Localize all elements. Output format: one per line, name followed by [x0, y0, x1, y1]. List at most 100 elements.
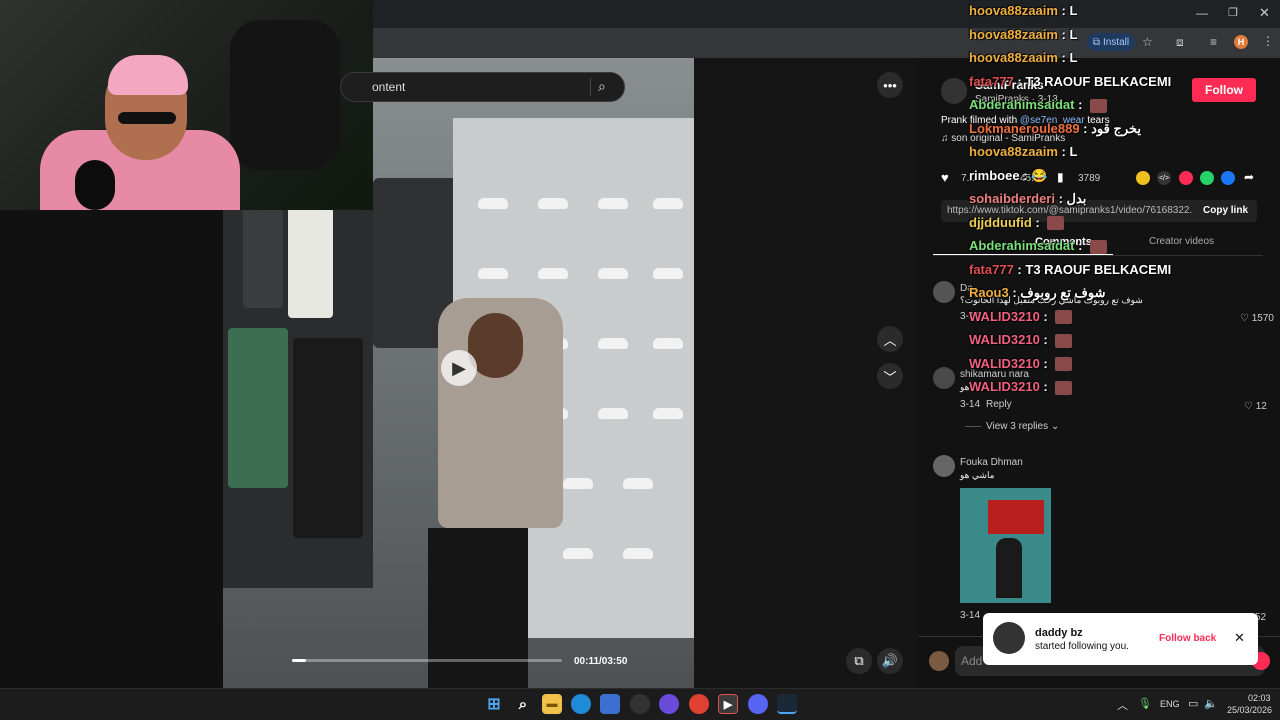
- save-count: 3789: [1078, 173, 1101, 184]
- author-avatar[interactable]: [941, 78, 967, 104]
- windows-start-icon[interactable]: ⊞: [484, 694, 504, 714]
- clock-date[interactable]: 25/03/2026: [1227, 705, 1272, 715]
- chat-username: WALID3210: [969, 332, 1040, 347]
- reply-button[interactable]: Reply: [986, 399, 1012, 410]
- extensions-icon[interactable]: ⧈: [1176, 35, 1184, 50]
- chat-username: rimboee: [969, 167, 1020, 183]
- chevron-down-icon: ⌄: [1048, 421, 1060, 432]
- chat-message: hoova88zaaim : L: [969, 27, 1077, 42]
- video-app-icon[interactable]: ▶: [718, 694, 738, 714]
- store-icon[interactable]: [600, 694, 620, 714]
- steam-icon[interactable]: [777, 694, 797, 714]
- chat-message: rimboee : 😂: [969, 168, 1047, 184]
- language-indicator[interactable]: ENG: [1160, 699, 1180, 709]
- chat-message: fata777 : T3 RAOUF BELKACEMI: [969, 74, 1171, 89]
- picture-in-picture-icon[interactable]: ⧉: [846, 648, 872, 674]
- chevron-down-icon[interactable]: ﹀: [877, 363, 903, 389]
- chrome-icon[interactable]: [689, 694, 709, 714]
- clock-time[interactable]: 02:03: [1248, 693, 1271, 703]
- search-divider: [590, 78, 591, 96]
- tab-creator-videos[interactable]: Creator videos: [1149, 236, 1214, 247]
- chat-message: Abderahimsaidat :: [969, 238, 1108, 254]
- copy-link-button[interactable]: Copy link: [1203, 205, 1248, 216]
- restore-icon[interactable]: ❐: [1228, 6, 1238, 19]
- chat-separator: :: [1039, 332, 1052, 347]
- facebook-icon[interactable]: [1221, 171, 1235, 185]
- file-explorer-icon[interactable]: ▬: [542, 694, 562, 714]
- chat-text: L: [1069, 144, 1078, 159]
- chat-emote-icon: [1090, 239, 1108, 254]
- play-icon[interactable]: ▶: [441, 350, 477, 386]
- streamer-glasses: [118, 112, 176, 124]
- chat-separator: :: [1074, 238, 1087, 253]
- obs-icon[interactable]: [630, 694, 650, 714]
- chat-separator: :: [1057, 144, 1070, 159]
- comment-image[interactable]: [960, 488, 1051, 603]
- more-options-icon[interactable]: •••: [877, 72, 903, 98]
- volume-muted-icon[interactable]: 🔈: [1204, 697, 1218, 710]
- volume-icon[interactable]: 🔊: [877, 648, 903, 674]
- reading-list-icon[interactable]: ≡: [1210, 35, 1217, 49]
- close-icon[interactable]: ✕: [1234, 630, 1245, 646]
- bookmark-icon[interactable]: ▮: [1057, 170, 1064, 184]
- toast-avatar: [993, 622, 1025, 654]
- chat-separator: :: [1057, 50, 1070, 65]
- share-icon[interactable]: ➦: [1244, 170, 1254, 184]
- chat-message: Abderahimsaidat :: [969, 97, 1108, 113]
- follow-button[interactable]: Follow: [1192, 78, 1256, 102]
- chat-separator: :: [1039, 379, 1052, 394]
- whatsapp-icon[interactable]: [1200, 171, 1214, 185]
- follow-back-button[interactable]: Follow back: [1159, 633, 1216, 644]
- chat-username: WALID3210: [969, 355, 1040, 371]
- chat-text: L: [1069, 50, 1078, 65]
- browser-menu-icon[interactable]: ⋮: [1262, 34, 1274, 48]
- time-label: 00:11/03:50: [574, 656, 628, 667]
- network-icon[interactable]: ▭: [1188, 697, 1198, 710]
- chat-username: fata777: [969, 73, 1014, 89]
- comment-text: ماشي هو: [960, 470, 995, 480]
- music-note-icon: ♫: [941, 133, 952, 144]
- avatar[interactable]: [933, 281, 955, 303]
- close-icon[interactable]: ✕: [1259, 5, 1270, 21]
- view-replies-button[interactable]: View 3 replies ⌄: [986, 421, 1059, 432]
- bookmark-star-icon[interactable]: ☆: [1142, 35, 1153, 49]
- chat-separator: :: [1057, 3, 1070, 18]
- embed-icon[interactable]: </>: [1157, 171, 1171, 185]
- search-input[interactable]: ontent: [372, 80, 405, 94]
- chat-emote-icon: [1055, 333, 1073, 348]
- comment-like[interactable]: ♡ 12: [1244, 401, 1267, 412]
- chat-username: sohaibderderi: [969, 191, 1055, 206]
- comment-user[interactable]: Fouka Dhman: [960, 457, 1023, 468]
- chat-message: hoova88zaaim : L: [969, 50, 1077, 65]
- chat-username: WALID3210: [969, 308, 1040, 324]
- discord-icon[interactable]: [748, 694, 768, 714]
- motorcycle: [230, 20, 340, 170]
- install-button[interactable]: ⧉ Install: [1087, 33, 1135, 51]
- avatar[interactable]: [933, 455, 955, 477]
- search-icon[interactable]: ⌕: [598, 78, 606, 95]
- tray-chevron-icon[interactable]: ︿: [1117, 697, 1128, 713]
- progress-track[interactable]: [292, 659, 562, 662]
- avatar: [929, 651, 949, 671]
- coin-icon[interactable]: [1136, 171, 1150, 185]
- chat-message: WALID3210 :: [969, 308, 1073, 325]
- like-icon[interactable]: ♥: [941, 170, 949, 185]
- mic-icon[interactable]: 🎙: [1138, 697, 1152, 710]
- streamer-cap: [108, 55, 188, 95]
- heart-icon: ♡: [1240, 313, 1252, 324]
- chat-emote-icon: [1047, 216, 1065, 231]
- search-icon[interactable]: ⌕: [513, 694, 533, 714]
- green-shirts: [228, 328, 288, 488]
- edge-icon[interactable]: [571, 694, 591, 714]
- chat-text: بدل: [1066, 191, 1087, 206]
- app-icon[interactable]: [659, 694, 679, 714]
- send-icon[interactable]: [1179, 171, 1193, 185]
- comment-like[interactable]: ♡ 1570: [1240, 313, 1274, 324]
- chat-username: hoova88zaaim: [969, 3, 1058, 18]
- profile-avatar[interactable]: H: [1234, 35, 1248, 49]
- chevron-up-icon[interactable]: ︿: [877, 326, 903, 352]
- chat-text: يخرج قود: [1091, 120, 1142, 136]
- avatar[interactable]: [933, 367, 955, 389]
- chat-text: شوف تع روبوف: [1020, 285, 1106, 300]
- minimize-icon[interactable]: —: [1196, 6, 1208, 20]
